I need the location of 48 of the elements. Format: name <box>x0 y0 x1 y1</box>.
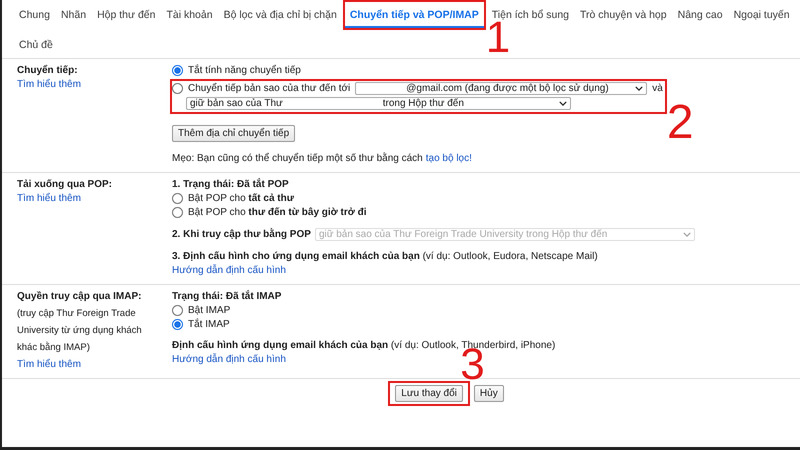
radio-label: Chuyển tiếp bản sao của thư đến tới <box>188 83 350 94</box>
settings-tab[interactable]: Chủ đề <box>14 32 58 58</box>
config-text: Định cấu hình ứng dụng email khách của bạn (ví dụ: Outlook, Thunderbird, iPhone) <box>172 340 556 351</box>
keep-copy-dropdown[interactable]: giữ bản sao của Thư trong Hộp thư đến <box>186 97 571 110</box>
radio-button[interactable] <box>172 319 183 330</box>
action-button[interactable]: Lưu thay đổi <box>395 385 463 402</box>
annotation-number: 2 <box>666 99 694 147</box>
settings-tab[interactable]: Chung <box>14 2 55 28</box>
radio-label: Tắt IMAP <box>188 319 230 330</box>
settings-tab[interactable]: Chuyển tiếp và POP/IMAP <box>344 2 484 28</box>
radio-button[interactable] <box>172 305 183 316</box>
pop-status: 1. Trạng thái: Đã tắt POP <box>172 179 289 190</box>
radio-button[interactable] <box>172 65 183 76</box>
tip-text: Mẹo: Bạn cũng có thể chuyển tiếp một số thư bằng cách <box>172 153 423 164</box>
imap-note: (truy cập Thư Foreign Trade University từ ứng dụng khách khác bằng IMAP) <box>17 307 143 355</box>
add-forwarding-address-button[interactable]: Thêm địa chỉ chuyển tiếp <box>172 125 296 142</box>
conjunction-text: và <box>652 83 663 94</box>
section-label: Tải xuống qua POP: <box>17 179 114 190</box>
radio-label: Bật POP cho thư đến từ bây giờ trở đi <box>188 207 367 218</box>
settings-tab[interactable]: Ngoại tuyến <box>728 2 795 28</box>
section-label: Chuyển tiếp: <box>17 65 79 76</box>
settings-tab[interactable]: Nâng cao <box>672 2 728 28</box>
radio-label: Bật IMAP <box>188 305 230 316</box>
radio-label: Tắt tính năng chuyển tiếp <box>188 65 301 76</box>
caret-icon <box>635 86 644 91</box>
learn-more-link[interactable]: Tìm hiểu thêm <box>17 79 172 90</box>
settings-tab[interactable]: Tài khoản <box>161 2 218 28</box>
radio-label: Bật POP cho tất cả thư <box>188 193 294 204</box>
create-filter-link[interactable]: tạo bộ lọc! <box>426 153 472 164</box>
settings-tab[interactable]: Nhãn <box>56 2 92 28</box>
learn-more-link[interactable]: Tìm hiểu thêm <box>17 359 172 370</box>
pop-access-label: 2. Khi truy cập thư bằng POP <box>172 229 311 240</box>
settings-tab[interactable]: Bộ lọc và địa chỉ bị chặn <box>218 2 342 28</box>
setup-guide-link[interactable]: Hướng dẫn định cấu hình <box>172 354 286 365</box>
caret-icon <box>682 232 691 237</box>
imap-status: Trạng thái: Đã tắt IMAP <box>172 291 282 302</box>
setup-guide-link[interactable]: Hướng dẫn định cấu hình <box>172 265 286 276</box>
caret-icon <box>559 101 567 106</box>
radio-button[interactable] <box>172 193 183 204</box>
radio-button[interactable] <box>172 207 183 218</box>
settings-tab[interactable]: Trò chuyện và họp <box>575 2 672 28</box>
radio-button[interactable] <box>172 83 183 94</box>
config-text: 3. Định cấu hình cho ứng dụng email khách của bạn (ví dụ: Outlook, Eudora, Netscape Mail) <box>172 251 598 262</box>
address-dropdown[interactable]: @gmail.com (đang được một bộ lọc sử dụng) <box>355 82 648 95</box>
learn-more-link[interactable]: Tìm hiểu thêm <box>17 193 172 204</box>
action-button[interactable]: Hủy <box>474 385 504 402</box>
section-label: Quyền truy cập qua IMAP: <box>17 291 142 302</box>
settings-tab[interactable]: Hộp thư đến <box>92 2 160 28</box>
